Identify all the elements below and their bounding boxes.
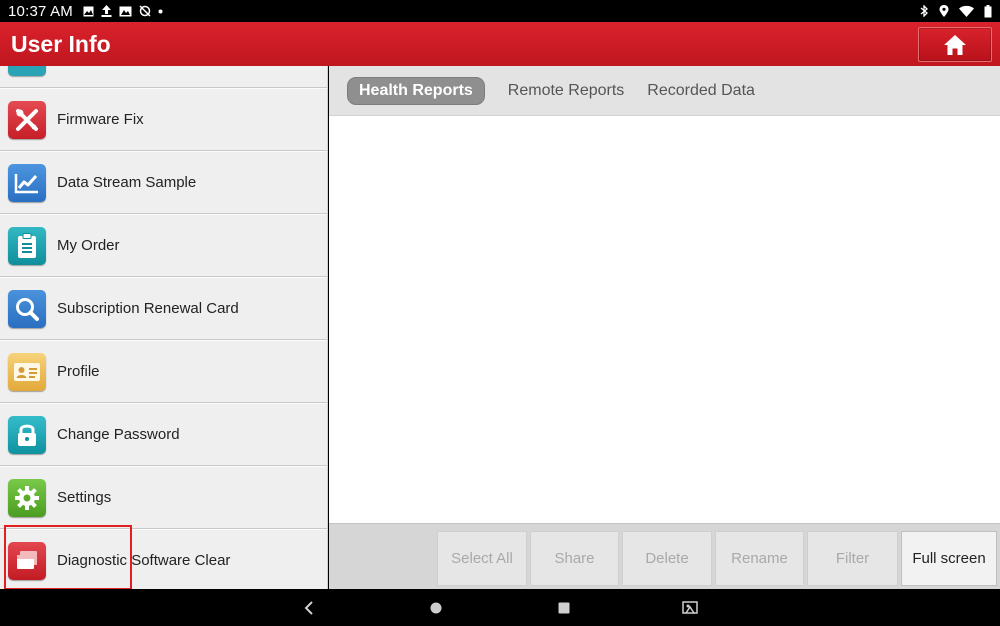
- home-nav-button[interactable]: [416, 589, 456, 626]
- home-circle-icon: [430, 602, 442, 613]
- clipboard-icon: [8, 226, 46, 265]
- sidebar-item-label: Subscription Renewal Card: [57, 300, 239, 317]
- gear-icon: [8, 478, 46, 517]
- back-icon: [304, 600, 313, 615]
- tools-icon: [8, 100, 46, 139]
- rename-button[interactable]: Rename: [715, 531, 804, 586]
- home-button[interactable]: [918, 27, 992, 62]
- sidebar-item-label: Data Stream Sample: [57, 174, 197, 191]
- bluetooth-icon: [920, 5, 928, 17]
- tab-recorded-data[interactable]: Recorded Data: [647, 77, 755, 105]
- recents-icon: [558, 602, 570, 613]
- sidebar-item-label: Settings: [57, 489, 112, 506]
- sync-off-icon: [139, 5, 151, 17]
- sidebar-item-data-stream-sample[interactable]: Data Stream Sample: [0, 151, 327, 214]
- partial-icon: [8, 66, 46, 76]
- sidebar-item-label: My Order: [57, 237, 120, 254]
- screenshot-button[interactable]: [670, 589, 710, 626]
- sidebar-item-partial[interactable]: [0, 66, 327, 88]
- home-icon: [944, 34, 966, 55]
- sidebar-item-label: Profile: [57, 363, 100, 380]
- select-all-button[interactable]: Select All: [437, 531, 527, 586]
- main-panel: Health Reports Remote Reports Recorded D…: [329, 66, 1000, 589]
- navigation-bar: [0, 589, 1000, 626]
- title-bar: User Info: [0, 22, 1000, 66]
- sidebar-item-profile[interactable]: Profile: [0, 340, 327, 403]
- page-title: User Info: [11, 30, 111, 57]
- lock-icon: [8, 415, 46, 454]
- clear-icon: [8, 541, 46, 580]
- sidebar-item-subscription-renewal-card[interactable]: Subscription Renewal Card: [0, 277, 327, 340]
- sidebar-item-my-order[interactable]: My Order: [0, 214, 327, 277]
- upload-icon: [101, 5, 112, 17]
- share-button[interactable]: Share: [530, 531, 619, 586]
- photo-notification-icon: [119, 6, 132, 16]
- status-time: 10:37 AM: [8, 2, 73, 20]
- action-bar: Select All Share Delete Rename Filter Fu…: [329, 523, 1000, 589]
- tab-health-reports[interactable]: Health Reports: [347, 76, 485, 105]
- sidebar-item-settings[interactable]: Settings: [0, 466, 327, 529]
- chart-icon: [8, 163, 46, 202]
- back-button[interactable]: [289, 589, 329, 626]
- image-notification-icon: [83, 6, 94, 16]
- filter-button[interactable]: Filter: [807, 531, 898, 586]
- dot-icon: [158, 9, 163, 13]
- sidebar-item-label: Diagnostic Software Clear: [57, 552, 231, 569]
- full-screen-button[interactable]: Full screen: [901, 531, 997, 586]
- screen-capture-icon: [682, 600, 698, 614]
- location-icon: [939, 5, 949, 17]
- delete-button[interactable]: Delete: [622, 531, 712, 586]
- sidebar-item-change-password[interactable]: Change Password: [0, 403, 327, 466]
- sidebar-item-firmware-fix[interactable]: Firmware Fix: [0, 88, 327, 151]
- sidebar: Firmware Fix Data Stream Sample My Order…: [0, 66, 328, 589]
- magnifier-icon: [8, 289, 46, 328]
- wifi-icon: [959, 5, 974, 17]
- sidebar-item-label: Firmware Fix: [57, 111, 144, 128]
- battery-icon: [984, 4, 992, 17]
- id-card-icon: [8, 352, 46, 391]
- tab-remote-reports[interactable]: Remote Reports: [508, 77, 625, 105]
- tab-bar: Health Reports Remote Reports Recorded D…: [329, 66, 1000, 116]
- sidebar-item-label: Change Password: [57, 426, 180, 443]
- status-bar: 10:37 AM: [0, 0, 1000, 22]
- sidebar-list: Firmware Fix Data Stream Sample My Order…: [0, 66, 327, 589]
- recents-button[interactable]: [544, 589, 584, 626]
- sidebar-item-diagnostic-software-clear[interactable]: Diagnostic Software Clear: [0, 529, 327, 589]
